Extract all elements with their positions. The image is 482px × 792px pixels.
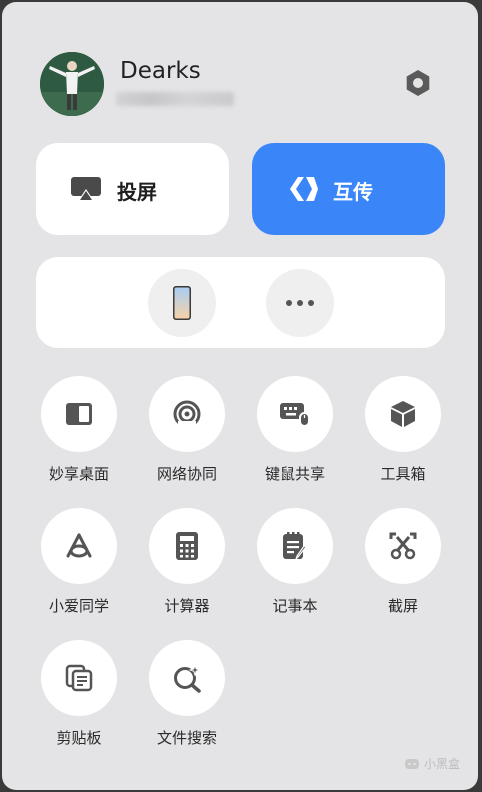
grid-label: 妙享桌面 xyxy=(48,465,109,483)
xiaoai-icon xyxy=(66,533,92,558)
notepad-button[interactable] xyxy=(257,508,333,584)
watermark: 小黑盒 xyxy=(404,755,460,772)
avatar[interactable] xyxy=(40,52,104,116)
transfer-icon xyxy=(290,177,318,201)
grid-item-toolbox[interactable]: 工具箱 xyxy=(353,376,453,496)
clipboard-icon xyxy=(65,664,93,692)
grid-label: 文件搜索 xyxy=(156,729,217,747)
grid-item-xiaoai[interactable]: 小爱同学 xyxy=(29,508,129,628)
calculator-button[interactable] xyxy=(149,508,225,584)
toolbox-button[interactable] xyxy=(365,376,441,452)
grid-label: 截屏 xyxy=(387,597,418,615)
devices-card xyxy=(36,257,445,348)
cast-label: 投屏 xyxy=(117,180,157,204)
notepad-icon xyxy=(283,532,307,560)
grid-item-clipboard[interactable]: 剪贴板 xyxy=(29,640,129,760)
calculator-icon xyxy=(176,532,198,560)
cast-icon xyxy=(71,177,101,201)
account-id-blurred xyxy=(116,92,234,106)
grid-label: 小爱同学 xyxy=(48,597,109,615)
keyboard-mouse-button[interactable] xyxy=(257,376,333,452)
network-icon xyxy=(173,400,201,429)
grid-label: 剪贴板 xyxy=(56,729,102,747)
grid-label: 记事本 xyxy=(272,597,318,615)
file-search-icon xyxy=(174,663,202,693)
profile-header: Dearks xyxy=(40,52,446,118)
toolbox-icon xyxy=(391,401,415,427)
grid-item-notepad[interactable]: 记事本 xyxy=(245,508,345,628)
keyboard-mouse-icon xyxy=(280,403,310,427)
desktop-button[interactable] xyxy=(41,376,117,452)
settings-button[interactable] xyxy=(403,68,433,98)
file-transfer-button[interactable]: 互传 xyxy=(252,143,445,235)
cast-screen-button[interactable]: 投屏 xyxy=(36,143,229,235)
screenshot-button[interactable] xyxy=(365,508,441,584)
grid-item-desktop[interactable]: 妙享桌面 xyxy=(29,376,129,496)
grid-label: 计算器 xyxy=(164,597,210,615)
grid-item-network[interactable]: 网络协同 xyxy=(137,376,237,496)
grid-item-file-search[interactable]: 文件搜索 xyxy=(137,640,237,760)
grid-item-screenshot[interactable]: 截屏 xyxy=(353,508,453,628)
grid-label: 工具箱 xyxy=(380,465,426,483)
xiaoai-button[interactable] xyxy=(41,508,117,584)
device-phone-button[interactable] xyxy=(148,269,216,337)
grid-label: 键鼠共享 xyxy=(264,465,325,483)
desktop-icon xyxy=(66,403,92,425)
control-panel: Dearks 投屏 互传 妙享桌面 网络协同 键鼠共享 工具箱 小爱同学 计算器… xyxy=(2,2,478,790)
watermark-logo-icon xyxy=(404,758,419,769)
watermark-text: 小黑盒 xyxy=(423,757,460,771)
more-devices-button[interactable] xyxy=(266,269,334,337)
network-button[interactable] xyxy=(149,376,225,452)
screenshot-icon xyxy=(389,532,417,560)
username: Dearks xyxy=(120,58,201,84)
grid-item-keyboard-mouse[interactable]: 键鼠共享 xyxy=(245,376,345,496)
transfer-label: 互传 xyxy=(333,180,373,204)
phone-icon xyxy=(173,286,191,320)
clipboard-button[interactable] xyxy=(41,640,117,716)
more-icon xyxy=(286,300,314,306)
settings-icon xyxy=(406,70,430,96)
grid-label: 网络协同 xyxy=(156,465,217,483)
file-search-button[interactable] xyxy=(149,640,225,716)
grid-item-calculator[interactable]: 计算器 xyxy=(137,508,237,628)
